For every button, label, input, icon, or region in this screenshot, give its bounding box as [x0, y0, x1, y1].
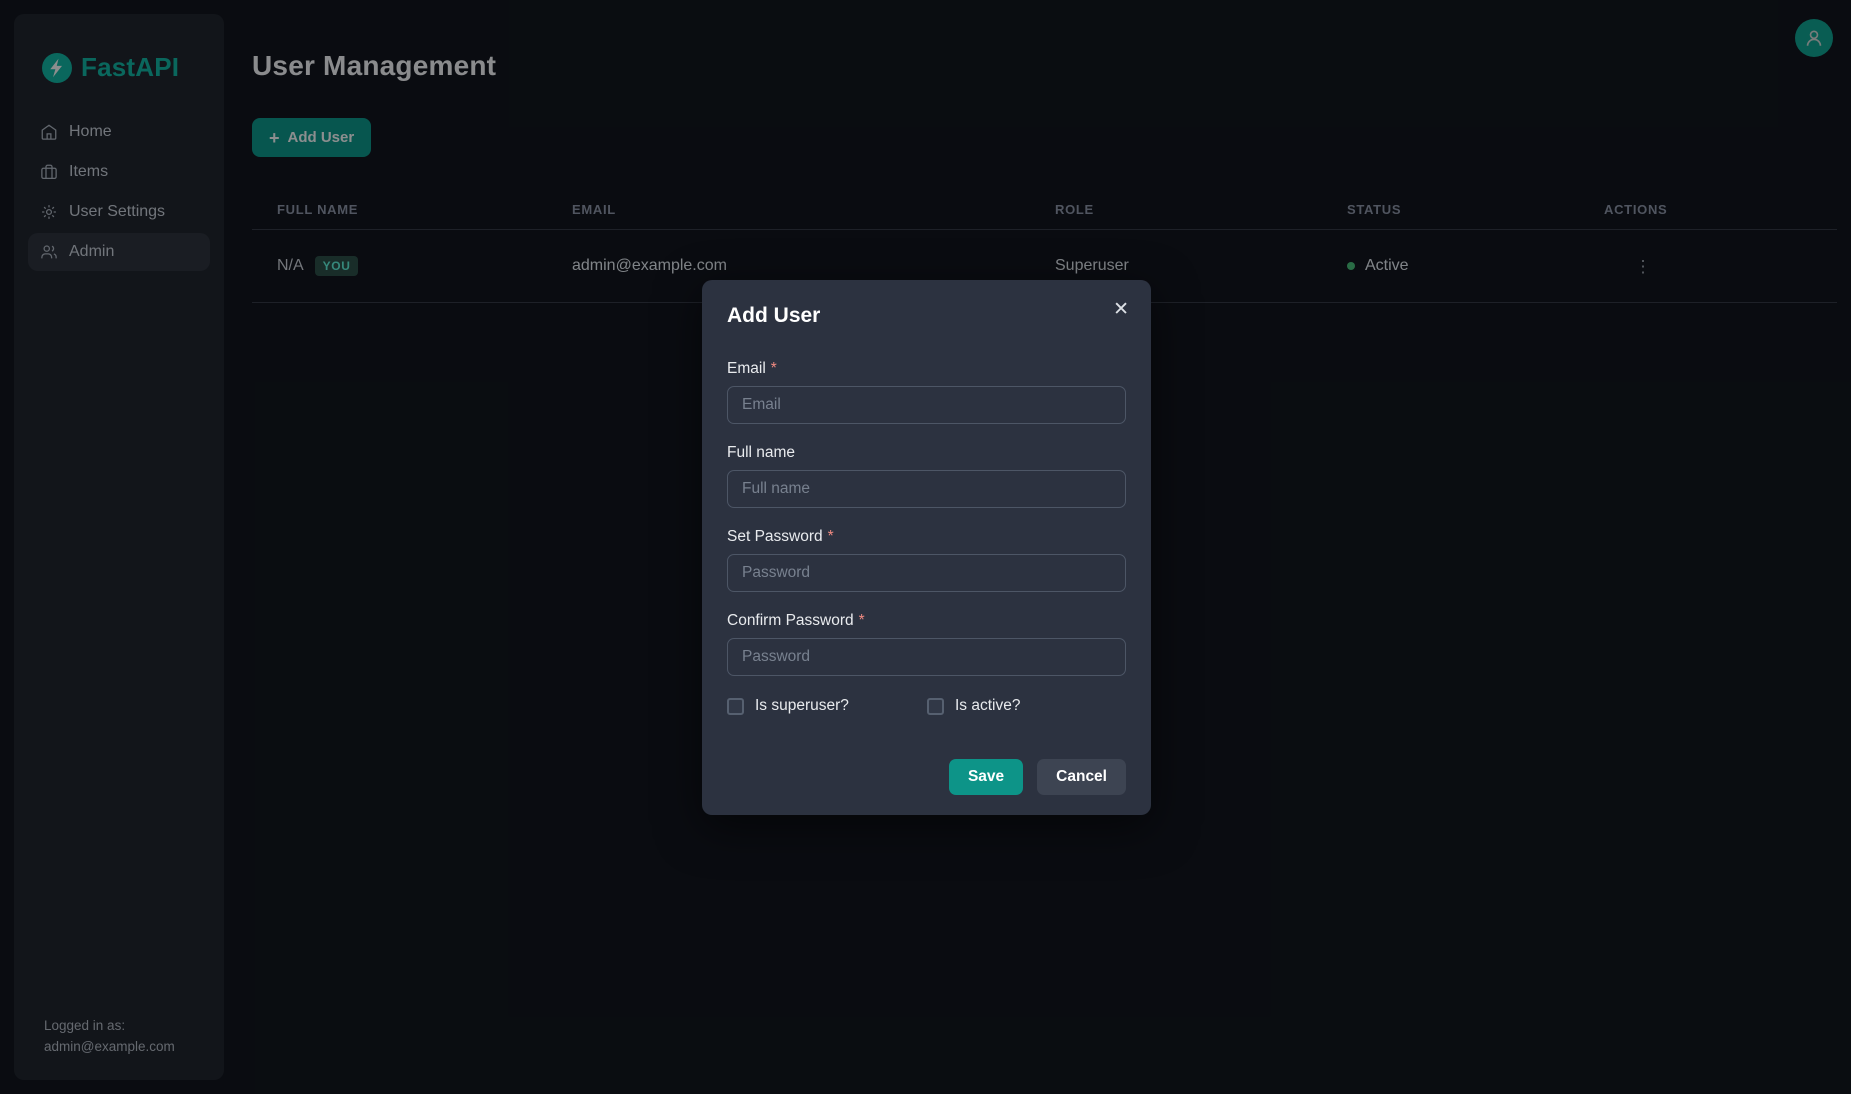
full-name-field-group: Full name: [727, 444, 1126, 508]
confirm-password-input[interactable]: [727, 638, 1126, 676]
is-superuser-label: Is superuser?: [755, 697, 849, 715]
set-password-input[interactable]: [727, 554, 1126, 592]
cancel-button[interactable]: Cancel: [1037, 759, 1126, 795]
is-superuser-checkbox[interactable]: Is superuser?: [727, 697, 927, 715]
set-password-field-group: Set Password *: [727, 528, 1126, 592]
full-name-label: Full name: [727, 444, 1126, 462]
modal-title: Add User: [727, 304, 1126, 328]
full-name-input[interactable]: [727, 470, 1126, 508]
required-asterisk: *: [771, 360, 777, 377]
checkbox-row: Is superuser? Is active?: [727, 697, 1126, 715]
confirm-password-label-text: Confirm Password: [727, 612, 854, 629]
app-screen: FastAPI Home Items: [0, 0, 1851, 1094]
full-name-label-text: Full name: [727, 444, 795, 461]
email-field-group: Email *: [727, 360, 1126, 424]
set-password-label: Set Password *: [727, 528, 1126, 546]
checkbox-icon[interactable]: [727, 698, 744, 715]
required-asterisk: *: [828, 528, 834, 545]
email-label: Email *: [727, 360, 1126, 378]
confirm-password-label: Confirm Password *: [727, 612, 1126, 630]
modal-actions: Save Cancel: [727, 759, 1126, 795]
required-asterisk: *: [859, 612, 865, 629]
confirm-password-field-group: Confirm Password *: [727, 612, 1126, 676]
save-button[interactable]: Save: [949, 759, 1023, 795]
email-label-text: Email: [727, 360, 766, 377]
add-user-modal: ✕ Add User Email * Full name Set Password…: [702, 280, 1151, 815]
is-active-checkbox[interactable]: Is active?: [927, 697, 1020, 715]
is-active-label: Is active?: [955, 697, 1020, 715]
close-icon[interactable]: ✕: [1109, 294, 1133, 324]
checkbox-icon[interactable]: [927, 698, 944, 715]
set-password-label-text: Set Password: [727, 528, 823, 545]
email-input[interactable]: [727, 386, 1126, 424]
